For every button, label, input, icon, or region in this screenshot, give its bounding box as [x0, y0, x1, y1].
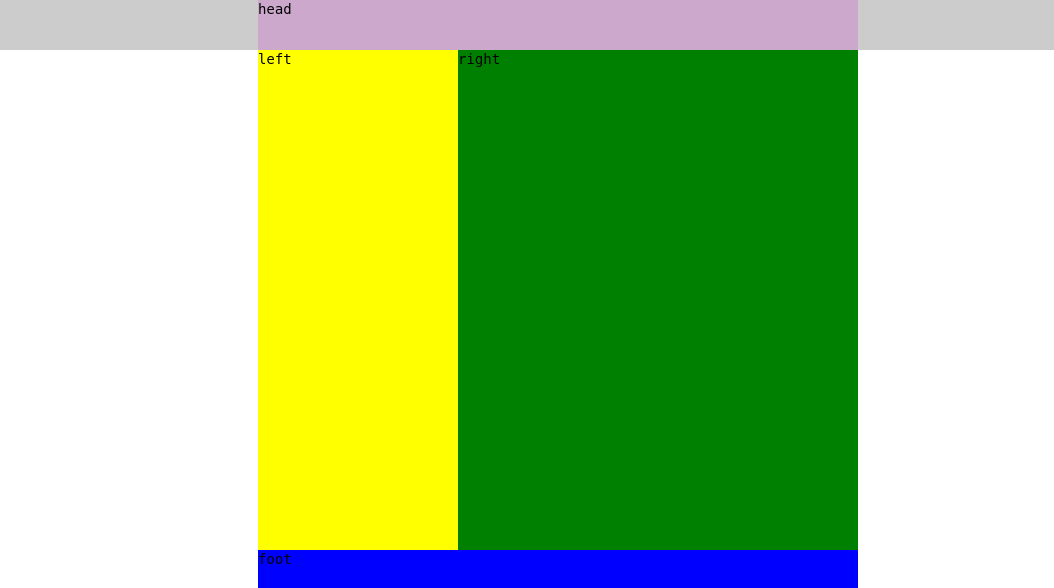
foot-region: foot [258, 550, 858, 588]
head-label: head [258, 2, 292, 18]
head-region: head [258, 0, 858, 50]
foot-label: foot [258, 552, 292, 568]
left-label: left [258, 52, 292, 68]
right-region: right [458, 50, 858, 550]
layout-container: head left right foot [258, 0, 858, 588]
page: head left right foot [0, 0, 1054, 588]
right-label: right [458, 52, 501, 68]
left-region: left [258, 50, 458, 550]
